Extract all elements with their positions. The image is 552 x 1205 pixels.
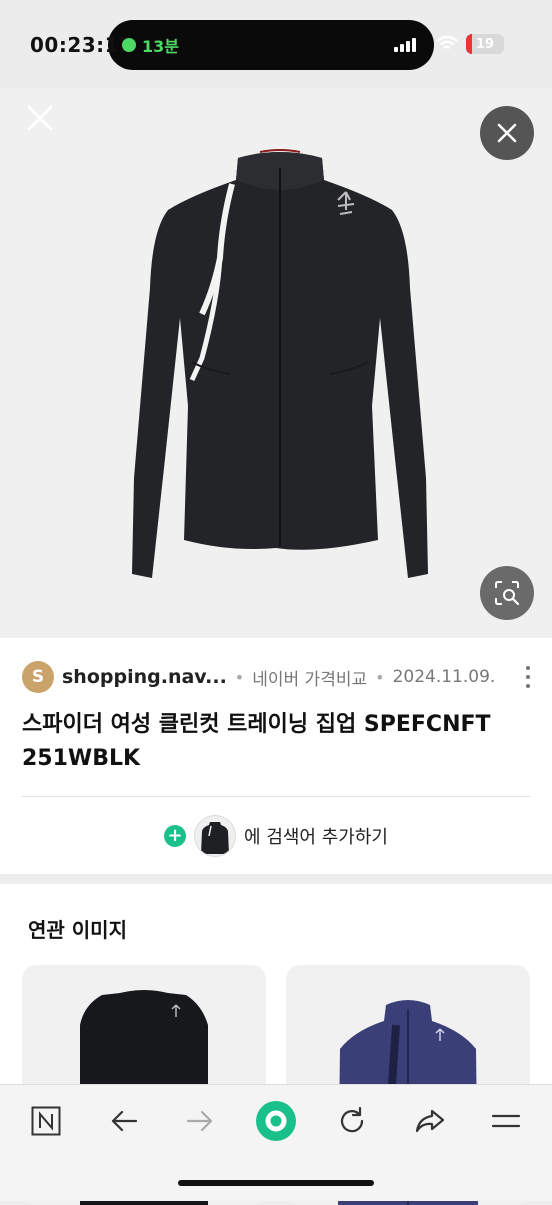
close-viewer-button[interactable] [480,106,534,160]
source-avatar: S [22,661,54,693]
refresh-icon [340,1106,364,1133]
add-search-term-button[interactable]: + 에 검색어 추가하기 [0,814,552,858]
forward-button[interactable] [176,1099,224,1143]
product-image [132,149,428,578]
product-title[interactable]: 스파이더 여성 클린컷 트레이닝 집업 SPEFCNFT 251WBLK [22,708,532,776]
product-thumbnail [194,815,237,857]
forward-arrow-icon [186,1110,213,1132]
home-button[interactable] [22,1099,70,1143]
product-info-card: S shopping.nav... • 네이버 가격비교 • 2024.11.0… [0,638,552,874]
n-home-icon [31,1106,61,1136]
source-name: 네이버 가격비교 [252,669,368,690]
lens-search-button[interactable] [480,566,534,620]
plus-icon: + [164,825,187,847]
status-time: 00:23:12 [30,33,134,57]
source-domain-link[interactable]: shopping.nav... [62,666,227,688]
menu-button[interactable] [482,1099,530,1143]
more-vert-icon[interactable] [520,666,536,688]
source-row: S shopping.nav... • 네이버 가격비교 • 2024.11.0… [22,661,536,693]
back-button[interactable] [100,1099,148,1143]
back-arrow-icon [111,1110,138,1132]
share-icon [415,1109,445,1133]
status-bar: 00:23:12 13분 19 [0,0,552,88]
related-images-title: 연관 이미지 [28,918,127,942]
add-search-label: 에 검색어 추가하기 [244,827,388,848]
close-circle-icon [497,123,517,143]
home-indicator [178,1180,374,1186]
refresh-button[interactable] [328,1099,376,1143]
close-icon[interactable] [24,102,56,134]
battery-indicator: 19 [466,34,504,54]
source-separator: • [234,667,245,687]
timer-indicator: 13분 [122,33,179,57]
source-separator: • [375,667,385,687]
lens-search-icon [495,581,520,606]
green-dot-button[interactable] [252,1099,300,1143]
wifi-icon [436,36,458,50]
green-dot-icon [256,1101,296,1141]
timer-label: 13분 [142,37,179,56]
timer-icon [122,38,136,52]
divider [22,796,530,797]
share-button[interactable] [406,1099,454,1143]
signal-icon [394,38,416,52]
source-date: 2024.11.09. [392,667,496,687]
image-viewer [0,88,552,638]
menu-icon [491,1114,521,1128]
battery-level: 19 [475,36,495,52]
